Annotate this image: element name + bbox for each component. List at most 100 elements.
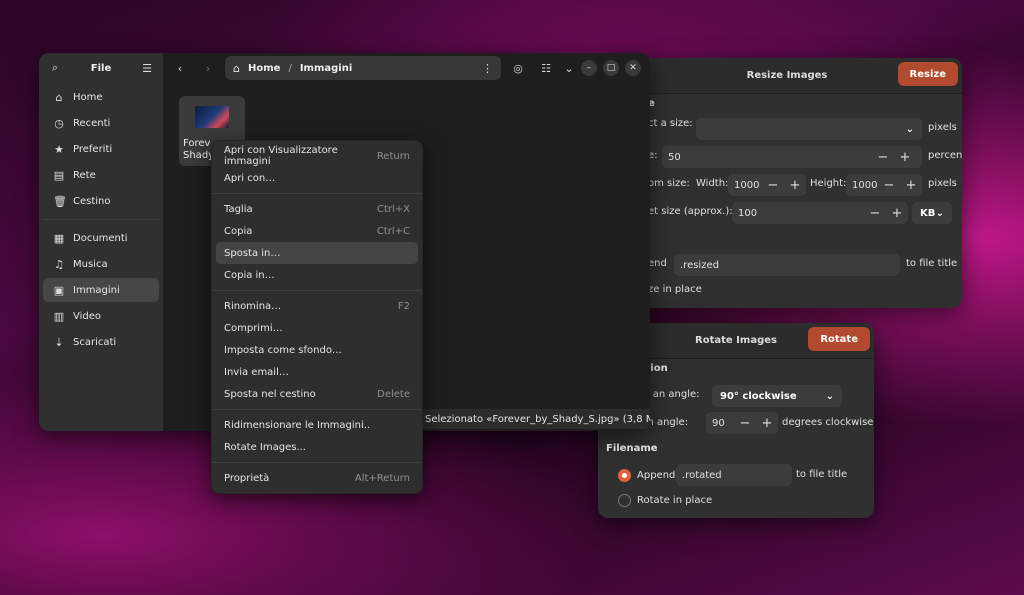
angle-increment-button[interactable]: +: [756, 412, 778, 434]
trash-icon: 🗑: [53, 194, 67, 208]
rotate-button[interactable]: Rotate: [808, 327, 870, 351]
resize-button[interactable]: Resize: [897, 62, 958, 86]
target-size-label: et size (approx.):: [648, 206, 733, 217]
menu-divider: [212, 462, 422, 463]
height-increment-button[interactable]: +: [900, 174, 922, 196]
sidebar-item-preferiti[interactable]: ★ Preferiti: [43, 137, 159, 161]
sidebar-item-immagini[interactable]: ▣ Immagini: [43, 278, 159, 302]
scale-decrement-button[interactable]: −: [872, 146, 894, 168]
select-size-label: ct a size:: [648, 118, 693, 129]
file-name: Forev Shady: [183, 138, 215, 161]
resize-titlebar: Resize Images Resize: [612, 58, 962, 94]
percent-label: percent: [928, 150, 962, 161]
menu-item-rename[interactable]: Rinomina… F2: [216, 295, 418, 317]
resize-suffix-input[interactable]: .resized: [674, 254, 900, 276]
maximize-button[interactable]: □: [603, 60, 619, 76]
target-size-input[interactable]: 100 − +: [732, 202, 908, 224]
list-view-icon[interactable]: ☷: [535, 57, 557, 79]
rotate-dialog-title: Rotate Images: [695, 335, 777, 346]
filename-section-label: Filename: [606, 443, 658, 454]
close-button[interactable]: ✕: [625, 60, 641, 76]
degrees-clockwise-label: degrees clockwise: [782, 417, 874, 428]
back-button[interactable]: ‹: [169, 57, 191, 79]
path-current[interactable]: Immagini: [300, 63, 352, 74]
append-radio[interactable]: [618, 469, 631, 482]
menu-item-send-email[interactable]: Invia email…: [216, 361, 418, 383]
menu-icon[interactable]: ☰: [141, 62, 153, 75]
custom-angle-input[interactable]: 90 − +: [706, 412, 778, 434]
menu-item-move-to-trash[interactable]: Sposta nel cestino Delete: [216, 383, 418, 405]
search-icon[interactable]: ⌕: [49, 61, 61, 75]
menu-divider: [212, 290, 422, 291]
sidebar-item-documenti[interactable]: ▦ Documenti: [43, 226, 159, 250]
scale-increment-button[interactable]: +: [894, 146, 916, 168]
minimize-button[interactable]: –: [581, 60, 597, 76]
video-icon: ▥: [53, 309, 65, 323]
pathbar: ⌂ Home / Immagini ⋮: [225, 56, 501, 80]
sidebar-item-musica[interactable]: ♫ Musica: [43, 252, 159, 276]
height-label: Height:: [810, 178, 847, 189]
height-decrement-button[interactable]: −: [878, 174, 900, 196]
custom-size-label: om size:: [648, 178, 690, 189]
menu-item-compress[interactable]: Comprimi…: [216, 317, 418, 339]
rotate-in-place-label: Rotate in place: [637, 495, 713, 506]
path-home[interactable]: Home: [248, 63, 280, 74]
sidebar-item-video[interactable]: ▥ Video: [43, 304, 159, 328]
home-icon: ⌂: [233, 61, 240, 75]
angle-decrement-button[interactable]: −: [734, 412, 756, 434]
resize-in-place-label[interactable]: ze in place: [648, 284, 702, 295]
download-icon: ⇣: [54, 335, 64, 349]
rotate-suffix-input[interactable]: .rotated: [676, 464, 792, 486]
target-increment-button[interactable]: +: [886, 202, 908, 224]
camera-icon[interactable]: ◎: [507, 57, 529, 79]
target-unit-combo[interactable]: KB ⌄: [912, 202, 952, 224]
target-decrement-button[interactable]: −: [864, 202, 886, 224]
sidebar-item-cestino[interactable]: 🗑 Cestino: [43, 189, 159, 213]
menu-item-copy-to[interactable]: Copia in…: [216, 264, 418, 286]
menu-item-open-with[interactable]: Apri con…: [216, 167, 418, 189]
sidebar-title: File: [90, 62, 112, 74]
select-angle-combo[interactable]: 90° clockwise ⌄: [712, 385, 842, 407]
menu-item-properties[interactable]: Proprietà Alt+Return: [216, 467, 418, 489]
image-icon: ▣: [53, 283, 65, 297]
menu-item-copy[interactable]: Copia Ctrl+C: [216, 220, 418, 242]
forward-button[interactable]: ›: [197, 57, 219, 79]
select-size-combo[interactable]: ⌄: [696, 118, 922, 140]
chevron-down-icon: ⌄: [905, 123, 914, 135]
height-input[interactable]: 1000 − +: [846, 174, 922, 196]
append-label: Append: [637, 470, 676, 481]
chevron-down-icon: ⌄: [825, 390, 834, 402]
menu-item-open-viewer[interactable]: Apri con Visualizzatore immagini Return: [216, 145, 418, 167]
sidebar: ⌕ File ☰ ⌂ Home ◷ Recenti ★ Preferiti ▤ Rete…: [39, 53, 163, 431]
sidebar-item-rete[interactable]: ▤ Rete: [43, 163, 159, 187]
path-menu-icon[interactable]: ⋮: [482, 62, 493, 75]
context-menu: Apri con Visualizzatore immagini Return A…: [211, 140, 423, 494]
menu-item-rotate-images[interactable]: Rotate Images...: [216, 436, 418, 458]
width-input[interactable]: 1000 − +: [728, 174, 806, 196]
sidebar-item-recenti[interactable]: ◷ Recenti: [43, 111, 159, 135]
star-icon: ★: [54, 142, 64, 156]
image-thumbnail: [195, 106, 229, 128]
pixels-label-2: pixels: [928, 178, 957, 189]
clock-icon: ◷: [54, 116, 64, 130]
menu-item-resize-images[interactable]: Ridimensionare le Immagini..: [216, 414, 418, 436]
status-bar: Selezionato «Forever_by_Shady_S.jpg» (3,…: [419, 409, 650, 429]
width-increment-button[interactable]: +: [784, 174, 806, 196]
menu-item-cut[interactable]: Taglia Ctrl+X: [216, 198, 418, 220]
home-icon: ⌂: [55, 90, 63, 104]
menu-divider: [212, 193, 422, 194]
chevron-down-icon[interactable]: ⌄: [563, 57, 575, 79]
width-decrement-button[interactable]: −: [762, 174, 784, 196]
rotate-in-place-radio[interactable]: [618, 494, 631, 507]
sidebar-item-home[interactable]: ⌂ Home: [43, 85, 159, 109]
menu-item-set-wallpaper[interactable]: Imposta come sfondo…: [216, 339, 418, 361]
sidebar-item-scaricati[interactable]: ⇣ Scaricati: [43, 330, 159, 354]
menu-item-move-to[interactable]: Sposta in…: [216, 242, 418, 264]
sidebar-divider: [43, 219, 159, 220]
path-separator: /: [288, 62, 292, 74]
scale-input[interactable]: 50 − +: [662, 146, 922, 168]
menu-divider: [212, 409, 422, 410]
document-icon: ▦: [53, 231, 65, 245]
pixels-label: pixels: [928, 122, 957, 133]
width-label: Width:: [696, 178, 729, 189]
